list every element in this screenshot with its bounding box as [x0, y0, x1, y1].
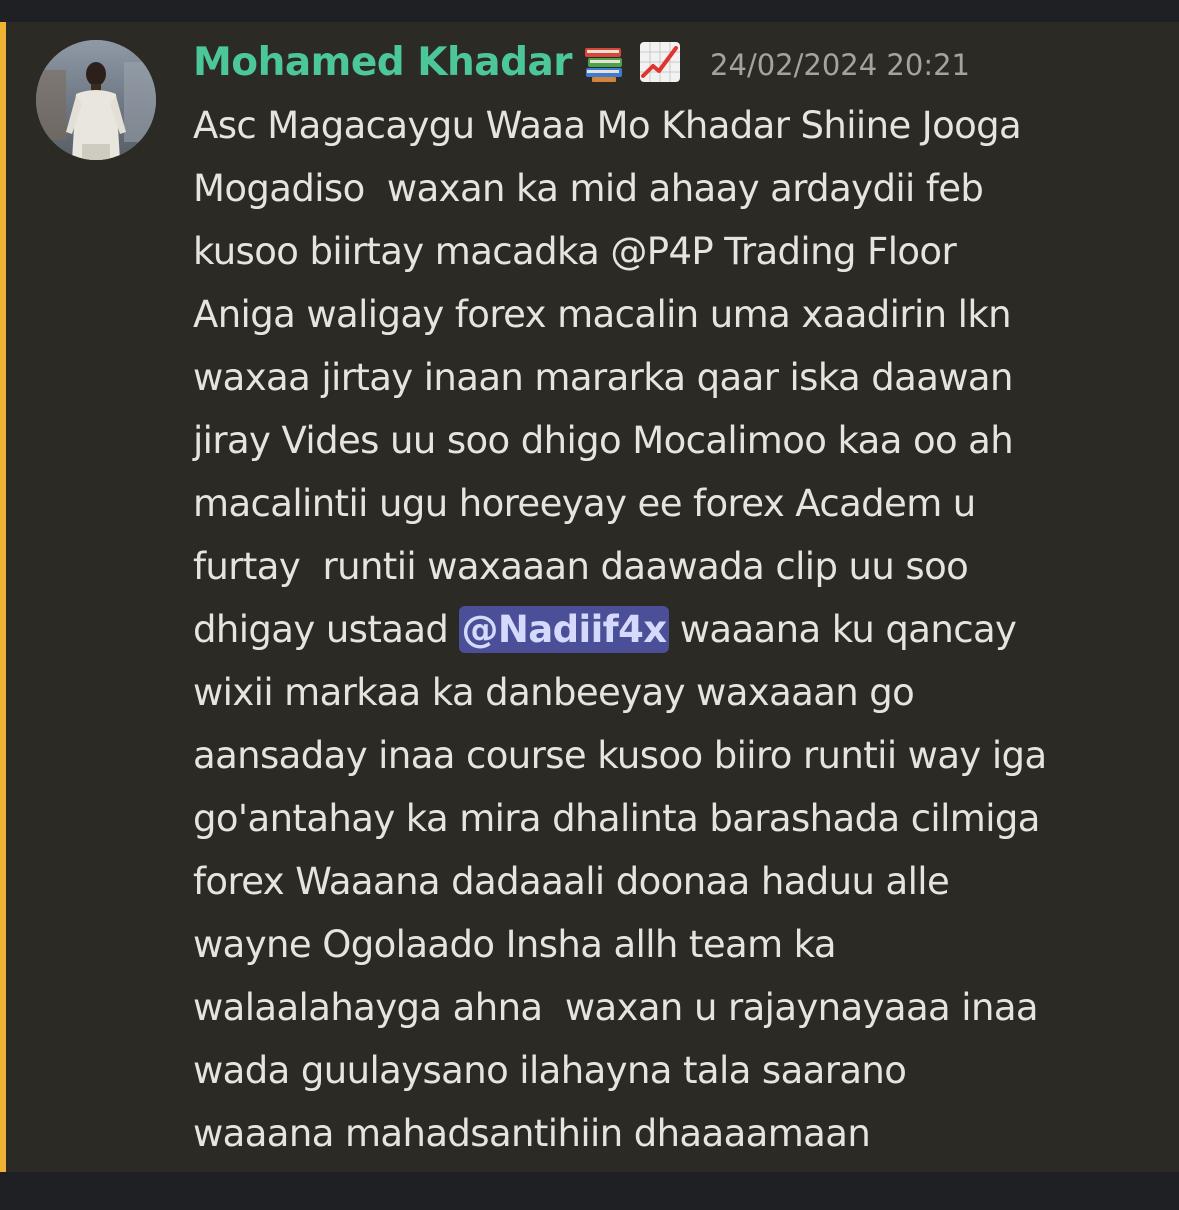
message-text-after-mention: waaana ku qancay	[668, 608, 1017, 651]
chat-message[interactable]: Mohamed Khadar 24/02/2024 20:21 Asc Maga…	[0, 22, 1179, 1172]
mention-highlight-bar	[0, 22, 6, 1172]
message-line: wayne Ogolaado Insha allh team ka	[193, 923, 837, 966]
message-line: waaana mahadsantihiin dhaaaamaan	[193, 1112, 871, 1155]
avatar-image	[36, 40, 156, 160]
user-mention[interactable]: @Nadiif4x	[459, 606, 669, 653]
message-line: furtay runtii waxaaan daawada clip uu so…	[193, 545, 969, 588]
message-line: Aniga waligay forex macalin uma xaadirin…	[193, 293, 1012, 336]
message-line: walaalahayga ahna waxan u rajaynayaaa in…	[193, 986, 1039, 1029]
bottom-divider	[0, 1172, 1179, 1210]
message-header: Mohamed Khadar 24/02/2024 20:21	[193, 36, 970, 88]
message-line: macalintii ugu horeeyay ee forex Academ …	[193, 482, 976, 525]
message-line: Asc Magacaygu Waaa Mo Khadar Shiine Joog…	[193, 104, 1022, 147]
message-line: forex Waaana dadaaali doonaa haduu alle	[193, 860, 950, 903]
message-timestamp[interactable]: 24/02/2024 20:21	[710, 48, 970, 82]
message-line: kusoo biirtay macadka @P4P Trading Floor	[193, 230, 957, 273]
message-line: wada guulaysano ilahayna tala saarano	[193, 1049, 907, 1092]
message-line-with-mention: dhigay ustaad @Nadiif4x waaana ku qancay	[193, 598, 1163, 661]
chart-increasing-icon	[636, 38, 684, 86]
message-content: Asc Magacaygu Waaa Mo Khadar Shiine Joog…	[193, 94, 1163, 1165]
top-divider	[0, 0, 1179, 22]
message-line: jiray Vides uu soo dhigo Mocalimoo kaa o…	[193, 419, 1014, 462]
author-name[interactable]: Mohamed Khadar	[193, 40, 573, 85]
avatar[interactable]	[36, 40, 156, 160]
message-text-before-mention: dhigay ustaad	[193, 608, 460, 651]
message-line: waxaa jirtay inaan mararka qaar iska daa…	[193, 356, 1013, 399]
message-line: wixii markaa ka danbeeyay waxaaan go	[193, 671, 915, 714]
message-line: aansaday inaa course kusoo biiro runtii …	[193, 734, 1047, 777]
books-icon	[580, 38, 628, 86]
chat-view: Mohamed Khadar 24/02/2024 20:21 Asc Maga…	[0, 0, 1179, 1210]
message-line: Mogadiso waxan ka mid ahaay ardaydii feb	[193, 167, 984, 210]
message-line: go'antahay ka mira dhalinta barashada ci…	[193, 797, 1040, 840]
